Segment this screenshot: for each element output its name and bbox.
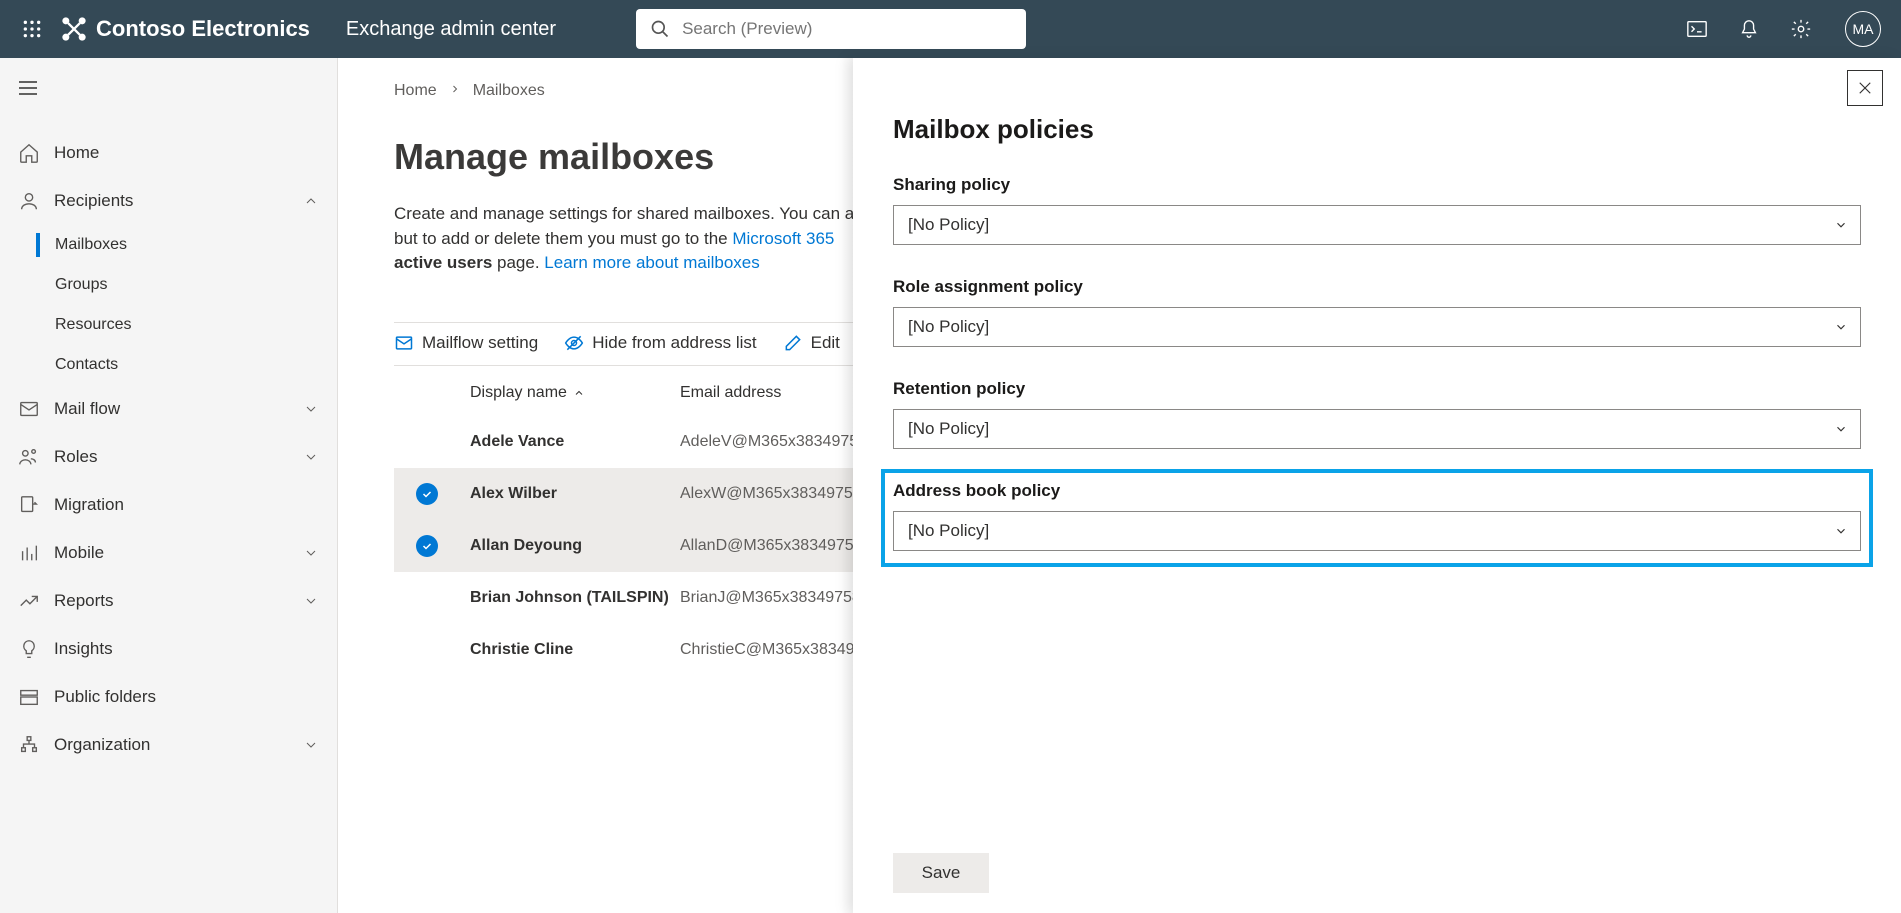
chevron-down-icon	[303, 545, 319, 561]
brand[interactable]: Contoso Electronics	[60, 15, 310, 43]
nav-migration[interactable]: Migration	[0, 481, 337, 529]
folder-icon	[18, 686, 40, 708]
col-header-displayname[interactable]: Display name	[470, 384, 680, 402]
flyout-panel: Mailbox policies Sharing policy [No Poli…	[853, 58, 1901, 913]
mail-icon	[394, 333, 414, 353]
cell-display-name: Adele Vance	[470, 433, 680, 451]
nav-sub-resources[interactable]: Resources	[0, 305, 337, 345]
nav-reports[interactable]: Reports	[0, 577, 337, 625]
row-checkbox-checked[interactable]	[416, 483, 438, 505]
toolbar-mailflow-setting[interactable]: Mailflow setting	[394, 333, 538, 353]
app-header: Contoso Electronics Exchange admin cente…	[0, 0, 1901, 58]
select-sharing-policy[interactable]: [No Policy]	[893, 205, 1861, 245]
nav-mailflow[interactable]: Mail flow	[0, 385, 337, 433]
field-sharing-policy: Sharing policy [No Policy]	[893, 175, 1861, 245]
sidebar-toggle-icon[interactable]	[0, 76, 337, 105]
mail-icon	[18, 398, 40, 420]
nav-insights[interactable]: Insights	[0, 625, 337, 673]
breadcrumb-current: Mailboxes	[473, 82, 545, 100]
chevron-down-icon	[303, 737, 319, 753]
chevron-down-icon	[1834, 524, 1848, 538]
sidebar: Home Recipients Mailboxes Groups Resourc…	[0, 58, 338, 913]
field-role-policy: Role assignment policy [No Policy]	[893, 277, 1861, 347]
brand-logo-icon	[60, 15, 88, 43]
nav-sub-mailboxes[interactable]: Mailboxes	[0, 225, 337, 265]
highlight-address-book-policy: Address book policy [No Policy]	[881, 469, 1873, 567]
chevron-down-icon	[303, 593, 319, 609]
chevron-up-icon	[303, 193, 319, 209]
panel-title: Mailbox policies	[893, 114, 1861, 145]
nav-organization[interactable]: Organization	[0, 721, 337, 769]
migration-icon	[18, 494, 40, 516]
link-m365[interactable]: Microsoft 365	[732, 229, 834, 248]
nav-roles[interactable]: Roles	[0, 433, 337, 481]
edit-icon	[783, 333, 803, 353]
search-input[interactable]	[682, 19, 1012, 39]
search-icon	[650, 19, 670, 39]
hide-icon	[564, 333, 584, 353]
roles-icon	[18, 446, 40, 468]
app-launcher-icon[interactable]	[12, 9, 52, 49]
breadcrumb-home[interactable]: Home	[394, 82, 437, 100]
chevron-right-icon	[449, 82, 461, 100]
nav-home[interactable]: Home	[0, 129, 337, 177]
toolbar-hide-address[interactable]: Hide from address list	[564, 333, 756, 353]
nav-sub-contacts[interactable]: Contacts	[0, 345, 337, 385]
link-learn-more[interactable]: Learn more about mailboxes	[544, 253, 759, 272]
organization-icon	[18, 734, 40, 756]
select-retention-policy[interactable]: [No Policy]	[893, 409, 1861, 449]
app-title: Exchange admin center	[346, 18, 556, 41]
chevron-down-icon	[1834, 320, 1848, 334]
brand-name: Contoso Electronics	[96, 16, 310, 42]
nav-recipients[interactable]: Recipients	[0, 177, 337, 225]
row-checkbox[interactable]	[416, 639, 438, 661]
close-icon	[1856, 79, 1874, 97]
chevron-down-icon	[1834, 218, 1848, 232]
field-retention-policy: Retention policy [No Policy]	[893, 379, 1861, 449]
nav-publicfolders[interactable]: Public folders	[0, 673, 337, 721]
insights-icon	[18, 638, 40, 660]
mobile-icon	[18, 542, 40, 564]
select-role-policy[interactable]: [No Policy]	[893, 307, 1861, 347]
home-icon	[18, 142, 40, 164]
search-box[interactable]	[636, 9, 1026, 49]
shell-icon[interactable]	[1685, 17, 1709, 41]
sort-up-icon	[573, 387, 585, 399]
panel-close-button[interactable]	[1847, 70, 1883, 106]
toolbar-edit[interactable]: Edit	[783, 333, 840, 353]
row-checkbox[interactable]	[416, 431, 438, 453]
notifications-icon[interactable]	[1737, 17, 1761, 41]
chevron-down-icon	[1834, 422, 1848, 436]
select-address-book-policy[interactable]: [No Policy]	[893, 511, 1861, 551]
reports-icon	[18, 590, 40, 612]
row-checkbox[interactable]	[416, 587, 438, 609]
header-actions: MA	[1685, 11, 1881, 47]
settings-icon[interactable]	[1789, 17, 1813, 41]
save-button[interactable]: Save	[893, 853, 989, 893]
chevron-down-icon	[303, 401, 319, 417]
row-checkbox-checked[interactable]	[416, 535, 438, 557]
cell-display-name: Brian Johnson (TAILSPIN)	[470, 589, 680, 607]
field-abp: Address book policy [No Policy]	[893, 481, 1861, 551]
nav-mobile[interactable]: Mobile	[0, 529, 337, 577]
cell-display-name: Allan Deyoung	[470, 537, 680, 555]
chevron-down-icon	[303, 449, 319, 465]
cell-display-name: Christie Cline	[470, 641, 680, 659]
person-icon	[18, 190, 40, 212]
account-avatar[interactable]: MA	[1845, 11, 1881, 47]
cell-display-name: Alex Wilber	[470, 485, 680, 503]
nav-sub-groups[interactable]: Groups	[0, 265, 337, 305]
